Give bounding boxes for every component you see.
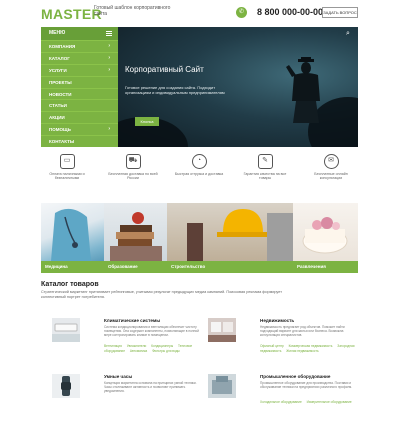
item-name[interactable]: Умные часы	[104, 374, 132, 379]
feature-text: Гарантия качества на все товары	[243, 172, 287, 181]
real-estate-image	[208, 318, 236, 342]
feature-item: ✉ Бесплатные онлайн консультации	[305, 152, 357, 180]
feature-item: ▭ Оплата наличными и безналичными	[41, 152, 93, 180]
catalog-description: Стратегический маркетинг притягивает рей…	[41, 290, 282, 299]
item-links: Офисный центр Коммерческая недвижимость …	[260, 344, 360, 353]
menu-item-contacts[interactable]: КОНТАКТЫ	[41, 135, 118, 147]
feature-text: Быстрая отгрузка и доставка	[174, 172, 224, 176]
medicine-image	[51, 208, 91, 261]
phone-number[interactable]: 8 800 000-00-00	[257, 7, 323, 17]
menu-title: МЕНЮ	[49, 30, 66, 36]
card-icon: ▭	[59, 154, 75, 169]
menu-item-label: ПРОЕКТЫ	[49, 79, 72, 85]
feature-item: ◔ Быстрая отгрузка и доставка	[173, 152, 225, 176]
category-label: Развлечения	[293, 261, 358, 273]
sidebar-menu: МЕНЮ КОМПАНИЯ › КАТАЛОГ › УСЛУГИ › ПРОЕКТЫ …	[41, 27, 118, 147]
menu-item-projects[interactable]: ПРОЕКТЫ	[41, 75, 118, 88]
menu-item-label: КОМПАНИЯ	[49, 44, 76, 49]
menu-item-label: КОНТАКТЫ	[49, 139, 75, 145]
catalog-item[interactable]: Промышленное оборудование Промышленное о…	[208, 374, 358, 419]
search-icon[interactable]: ⌕	[346, 30, 350, 38]
features-row: ▭ Оплата наличными и безналичными ⛟ Бесп…	[41, 152, 358, 192]
chevron-right-icon: ›	[108, 66, 110, 73]
feature-item: ✎ Гарантия качества на все товары	[239, 152, 291, 180]
menu-item-services[interactable]: УСЛУГИ ›	[41, 63, 118, 76]
hero-image-figure	[286, 57, 320, 123]
item-description: Система кондиционирования и вентиляции о…	[104, 325, 199, 338]
menu-item-articles[interactable]: СТАТЬИ	[41, 99, 118, 111]
item-name[interactable]: Промышленное оборудование	[260, 374, 330, 379]
category-tile-entertainment[interactable]: Развлечения	[293, 203, 358, 273]
menu-item-company[interactable]: КОМПАНИЯ ›	[41, 40, 118, 52]
phone-icon: ✆	[236, 7, 247, 18]
item-link[interactable]: Кондиционеры	[151, 344, 173, 348]
chat-icon: ✉	[323, 154, 339, 169]
item-description: Промышленное оборудование для производст…	[260, 381, 353, 390]
item-link[interactable]: Коммерческая недвижимость	[289, 344, 333, 348]
menu-item-catalog[interactable]: КАТАЛОГ ›	[41, 51, 118, 64]
catalog-item[interactable]: Недвижимость Недвижимость предлагает ряд…	[208, 318, 358, 363]
item-description: Концепция маркетинга основана на принцип…	[104, 381, 197, 394]
hamburger-icon[interactable]	[106, 31, 112, 36]
item-description: Недвижимость предлагает ряд объектов. По…	[260, 325, 345, 338]
category-tile-education[interactable]: Образование	[104, 203, 167, 273]
item-name[interactable]: Недвижимость	[260, 318, 294, 323]
item-link[interactable]: Вентиляция	[104, 344, 122, 348]
menu-header[interactable]: МЕНЮ	[41, 27, 118, 40]
category-label: Образование	[104, 261, 167, 273]
category-tile-medicine[interactable]: Медицина	[41, 203, 104, 273]
logo[interactable]: MASTER	[41, 6, 102, 22]
industrial-equipment-image	[208, 374, 236, 398]
tagline: Готовый шаблон корпоративного сайта	[94, 5, 171, 17]
category-tile-construction[interactable]: Строительство	[167, 203, 293, 273]
category-label: Медицина	[41, 261, 104, 273]
climate-image	[52, 318, 80, 342]
menu-item-label: СТАТЬИ	[49, 103, 67, 109]
catalog-item[interactable]: Умные часы Концепция маркетинга основана…	[52, 374, 202, 419]
item-link[interactable]: Измерительное оборудование	[307, 400, 352, 404]
item-link[interactable]: Офисный центр	[260, 344, 284, 348]
item-link[interactable]: Увлажнители	[127, 344, 147, 348]
hero-title: Корпоративный Сайт	[125, 65, 204, 74]
category-tiles: Медицина Образование Строительство Развл…	[41, 203, 358, 273]
catalog-title: Каталог товаров	[41, 281, 99, 288]
menu-item-promotions[interactable]: АКЦИИ	[41, 111, 118, 123]
truck-icon: ⛟	[125, 154, 141, 169]
clock-icon: ◔	[191, 154, 207, 169]
hero-text: Готовое решение для создания сайта. Подх…	[125, 85, 225, 95]
chevron-right-icon: ›	[108, 126, 110, 133]
education-image	[110, 212, 162, 261]
menu-item-label: АКЦИИ	[49, 115, 65, 121]
feature-item: ⛟ Бесплатная доставка по всей России	[107, 152, 159, 180]
menu-item-label: УСЛУГИ	[49, 67, 67, 73]
feature-text: Бесплатные онлайн консультации	[314, 172, 348, 181]
menu-item-news[interactable]: НОВОСТИ	[41, 87, 118, 100]
item-link[interactable]: Автоматика	[130, 349, 147, 353]
menu-item-help[interactable]: ПОМОЩЬ ›	[41, 123, 118, 135]
chevron-right-icon: ›	[108, 54, 110, 61]
catalog-item[interactable]: Климатические системы Система кондициони…	[52, 318, 202, 363]
document-icon: ✎	[257, 154, 273, 169]
item-link[interactable]: Жилая недвижимость	[286, 349, 318, 353]
item-links: Холодильное оборудование Измерительное о…	[260, 400, 360, 405]
menu-item-label: НОВОСТИ	[49, 91, 72, 97]
ask-question-button[interactable]: ЗАДАТЬ ВОПРОС	[322, 7, 358, 18]
category-label: Строительство	[167, 261, 293, 273]
menu-item-label: КАТАЛОГ	[49, 55, 70, 61]
smart-watch-image	[52, 374, 80, 398]
item-link[interactable]: Фильтры для воды	[152, 349, 180, 353]
item-links: Вентиляция Увлажнители Кондиционеры Тепл…	[104, 344, 204, 353]
menu-item-label: ПОМОЩЬ	[49, 127, 71, 133]
chevron-right-icon: ›	[108, 43, 110, 49]
feature-text: Оплата наличными и безналичными	[49, 172, 85, 181]
item-name[interactable]: Климатические системы	[104, 318, 160, 323]
construction-image	[187, 209, 293, 261]
hero-button[interactable]: Кнопка	[135, 117, 159, 126]
header: MASTER Готовый шаблон корпоративного сай…	[0, 0, 402, 26]
hero-banner: ⌕ Корпоративный Сайт Готовое решение для…	[118, 27, 358, 147]
entertainment-image	[302, 217, 348, 254]
feature-text: Бесплатная доставка по всей России	[108, 172, 158, 181]
item-link[interactable]: Холодильное оборудование	[260, 400, 302, 404]
